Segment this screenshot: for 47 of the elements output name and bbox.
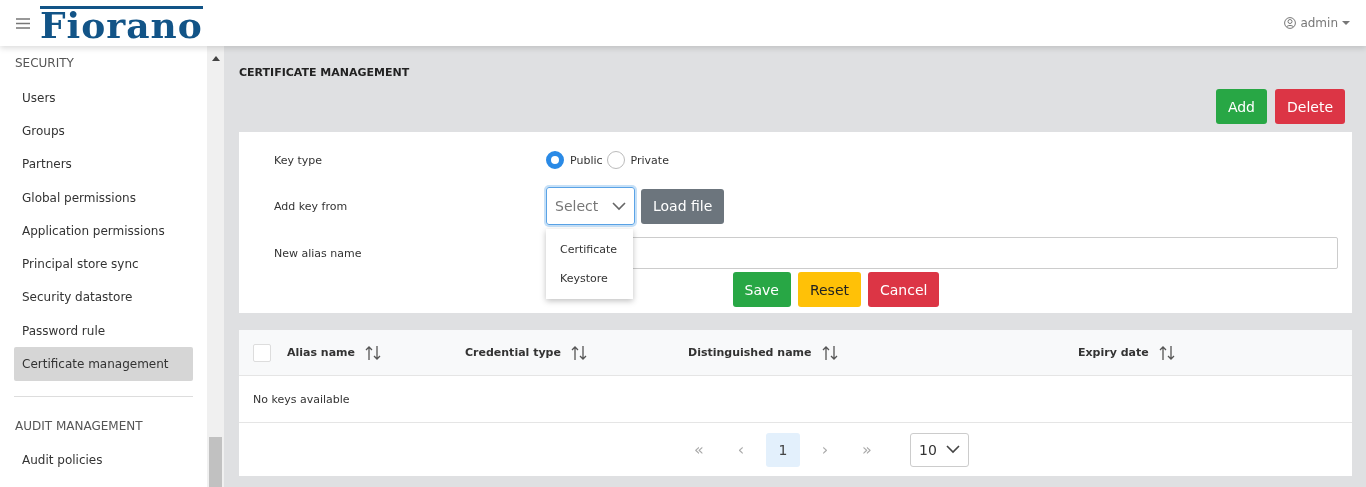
sidebar-item[interactable]: Audit policies [14, 443, 193, 477]
section-title: AUDIT MANAGEMENT [14, 417, 144, 435]
dropdown-option[interactable]: Certificate [546, 235, 633, 264]
user-icon [1284, 17, 1297, 29]
section-title: SECURITY [14, 55, 75, 72]
radio-label[interactable]: Private [630, 153, 669, 167]
sidebar-item[interactable]: Groups [14, 114, 193, 148]
sort-icon[interactable] [570, 344, 587, 361]
user-name[interactable]: admin [1300, 16, 1338, 30]
dropdown-option[interactable]: Keystore [546, 264, 633, 293]
radio-button[interactable] [546, 151, 564, 169]
sidebar-item[interactable]: Application permissions [14, 214, 193, 248]
form-button[interactable]: Cancel [868, 272, 940, 307]
sort-icon[interactable] [821, 344, 838, 361]
form-button[interactable]: Reset [797, 272, 861, 307]
sidebar-item[interactable]: Global permissions [14, 180, 193, 215]
caret-icon[interactable] [1342, 21, 1350, 25]
column-header[interactable]: Expiry date [1078, 346, 1149, 359]
radio-label[interactable]: Public [570, 153, 603, 167]
column-header[interactable]: Distinguished name [688, 346, 812, 359]
sidebar-item[interactable]: Password rule [14, 314, 193, 348]
sidebar-item[interactable]: Users [14, 81, 193, 115]
sidebar-item[interactable]: Principal store sync [14, 247, 193, 281]
chevron-down-icon [612, 201, 626, 211]
page-button[interactable]: 1 [766, 432, 800, 467]
field-label: Add key from [274, 199, 349, 213]
action-button[interactable]: Delete [1275, 89, 1345, 124]
sort-icon[interactable] [365, 344, 382, 361]
logo: Fiorano [40, 5, 203, 41]
sidebar-item[interactable]: Partners [14, 147, 193, 181]
select-all-checkbox[interactable] [253, 343, 271, 362]
sidebar-item[interactable]: Certificate management [14, 347, 193, 381]
empty-message: No keys available [239, 376, 1352, 423]
menu-icon[interactable] [16, 17, 30, 29]
select-field[interactable]: Select [546, 187, 635, 225]
page-size-select[interactable]: 10 [910, 432, 969, 467]
sidebar-item[interactable]: Security datastore [14, 280, 193, 315]
load-file-button[interactable]: Load file [641, 188, 725, 224]
chevron-down-icon [946, 445, 960, 454]
page-title: CERTIFICATE MANAGEMENT [239, 66, 411, 79]
column-header[interactable]: Credential type [465, 346, 561, 359]
field-label: Key type [274, 153, 323, 167]
sort-icon[interactable] [1158, 344, 1175, 361]
field-label: New alias name [274, 246, 363, 260]
scrollbar-thumb[interactable] [209, 437, 222, 487]
scroll-up-icon[interactable] [211, 56, 220, 61]
column-header[interactable]: Alias name [287, 346, 356, 359]
